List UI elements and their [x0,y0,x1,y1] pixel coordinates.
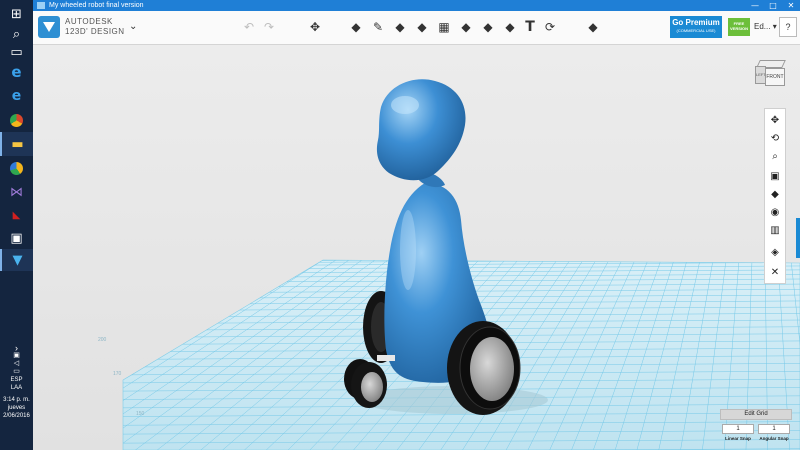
app-toolbar: AUTODESK 123D' DESIGN ⌄ ↶ ↷ ✥ ◆ ✎ ◆ ◆ ▦ … [33,11,800,45]
red-app-icon: ◣ [12,210,21,221]
app-window-icon [37,2,45,9]
app-window: ⊞ ⌕ ▭ e e ▬ ⋈ ◣ ▣ ▼ › ▣ ◁ ▭ ESP LAA 3:14… [0,0,800,450]
viewcube-front-face[interactable]: FRONT [765,68,785,86]
combine-tool-icon[interactable]: ◆ [479,18,497,36]
task-view-icon: ▭ [10,44,23,60]
visibility-icon[interactable]: ◉ [767,204,783,220]
body-highlight [400,210,416,290]
snap-view-icon[interactable]: ◈ [767,244,783,260]
taskbar-file-explorer[interactable]: ▬ [0,132,33,156]
window-title: My wheeled robot final version [49,2,144,9]
snap-tool-icon[interactable]: ⟳ [541,18,559,36]
group-tool-icon[interactable]: ◆ [457,18,475,36]
taskbar-chrome-2[interactable] [0,156,33,180]
fit-view-icon[interactable]: ▣ [767,168,783,184]
help-button[interactable]: ? [779,17,797,37]
caster-wheel-hub [361,372,383,402]
tools-settings-icon[interactable]: ✕ [767,264,783,280]
viewcube[interactable]: LEFT FRONT [752,56,788,92]
navigation-bar: ✥ ⟲ ⌕ ▣ ◆ ◉ ▥ ◈ ✕ [764,108,786,284]
right-drive-wheel-hub [470,337,514,401]
robot-head [376,79,466,181]
tray-chevron-icon[interactable]: › [0,344,33,353]
chrome-alt-icon [10,161,23,175]
search-icon: ⌕ [12,26,21,42]
scene-canvas: 200 170 150 [98,79,800,450]
side-panel-tab[interactable] [796,218,800,258]
language-indicator[interactable]: ESP [0,376,33,384]
construct-tool-icon[interactable]: ◆ [391,18,409,36]
network-icon[interactable]: ▣ [0,352,33,360]
clock-day: jueves [7,405,26,411]
measure-tool-icon[interactable]: ◆ [501,18,519,36]
3d-viewport[interactable]: 200 170 150 LEFT FRONT ✥ ⟲ ⌕ ▣ ◆ ◉ ▥ ◈ ✕… [33,45,800,450]
pattern-tool-icon[interactable]: ▦ [435,18,453,36]
free-badge-line2: VERSION [729,26,748,31]
grid-label-2: 170 [113,371,122,377]
angular-snap-label: Angular Snap [759,436,789,441]
volume-icon[interactable]: ◁ [0,360,33,368]
user-caret-icon: ▾ [772,22,777,31]
logo-triangle-icon [43,22,55,32]
caster-bracket [377,355,395,361]
undo-button[interactable]: ↶ [240,18,258,36]
brand-autodesk: AUTODESK [65,17,113,26]
material-tool-icon[interactable]: ◆ [584,18,602,36]
modify-tool-icon[interactable]: ◆ [413,18,431,36]
materials-icon[interactable]: ▥ [767,222,783,238]
taskbar-visual-studio[interactable]: ⋈ [0,180,33,204]
primitives-tool-icon[interactable]: ◆ [347,18,365,36]
taskbar-chrome[interactable] [0,108,33,132]
clock-date: 2/06/2016 [3,413,30,419]
sketch-tool-icon[interactable]: ✎ [369,18,387,36]
internet-explorer-icon: e [11,88,22,104]
free-version-badge[interactable]: FREE VERSION [728,18,750,36]
head-highlight [391,96,419,114]
windows-taskbar: ⊞ ⌕ ▭ e e ▬ ⋈ ◣ ▣ ▼ › ▣ ◁ ▭ ESP LAA 3:14… [0,0,33,450]
grid-label-1: 200 [98,337,107,343]
premium-subtitle: (COMMERCIAL USE) [676,28,716,33]
taskbar-ie[interactable]: e [0,84,33,108]
folder-icon: ▬ [11,136,24,152]
minimize-button[interactable]: — [746,0,764,11]
premium-title: Go Premium [672,18,720,27]
123d-design-icon: ▼ [12,252,23,268]
chrome-icon [10,113,23,127]
system-tray: › ▣ ◁ ▭ ESP LAA 3:14 p. m. jueves 2/06/2… [0,344,33,450]
window-titlebar: My wheeled robot final version — □ ✕ [33,0,800,11]
edit-grid-button[interactable]: Edit Grid [720,409,792,420]
language-sub: LAA [10,385,23,391]
angular-snap-field[interactable]: 1 [758,424,790,434]
grid-panel: Edit Grid 1 1 Linear Snap Angular Snap [720,409,792,445]
photos-icon: ▣ [10,230,23,246]
taskbar-app-red[interactable]: ◣ [0,204,33,228]
taskbar-edge[interactable]: e [0,60,33,84]
close-button[interactable]: ✕ [782,0,800,11]
pan-icon[interactable]: ✥ [767,112,783,128]
transform-tool-icon[interactable]: ✥ [306,18,324,36]
text-tool-icon[interactable]: T [521,18,539,36]
view-mode-icon[interactable]: ◆ [767,186,783,202]
taskbar-photos[interactable]: ▣ [0,226,33,250]
orbit-icon[interactable]: ⟲ [767,130,783,146]
grid-label-3: 150 [136,411,145,417]
visual-studio-icon: ⋈ [10,184,23,200]
clock-time[interactable]: 3:14 p. m. [0,396,33,404]
windows-start-icon: ⊞ [11,6,22,22]
linear-snap-field[interactable]: 1 [722,424,754,434]
taskbar-123d-design[interactable]: ▼ [0,249,33,271]
123d-logo-icon[interactable] [38,16,60,38]
zoom-icon[interactable]: ⌕ [767,148,783,164]
maximize-button[interactable]: □ [764,0,782,11]
chat-icon[interactable]: ▭ [0,368,33,376]
edge-browser-icon: e [11,62,22,81]
redo-button[interactable]: ↷ [260,18,278,36]
linear-snap-label: Linear Snap [725,436,751,441]
user-menu[interactable]: Ed... ▾ [754,22,777,31]
user-label: Ed... [754,22,771,31]
go-premium-button[interactable]: Go Premium (COMMERCIAL USE) [670,16,722,38]
brand-product: 123D' DESIGN [65,27,125,36]
app-menu-chevron-icon[interactable]: ⌄ [129,21,137,32]
